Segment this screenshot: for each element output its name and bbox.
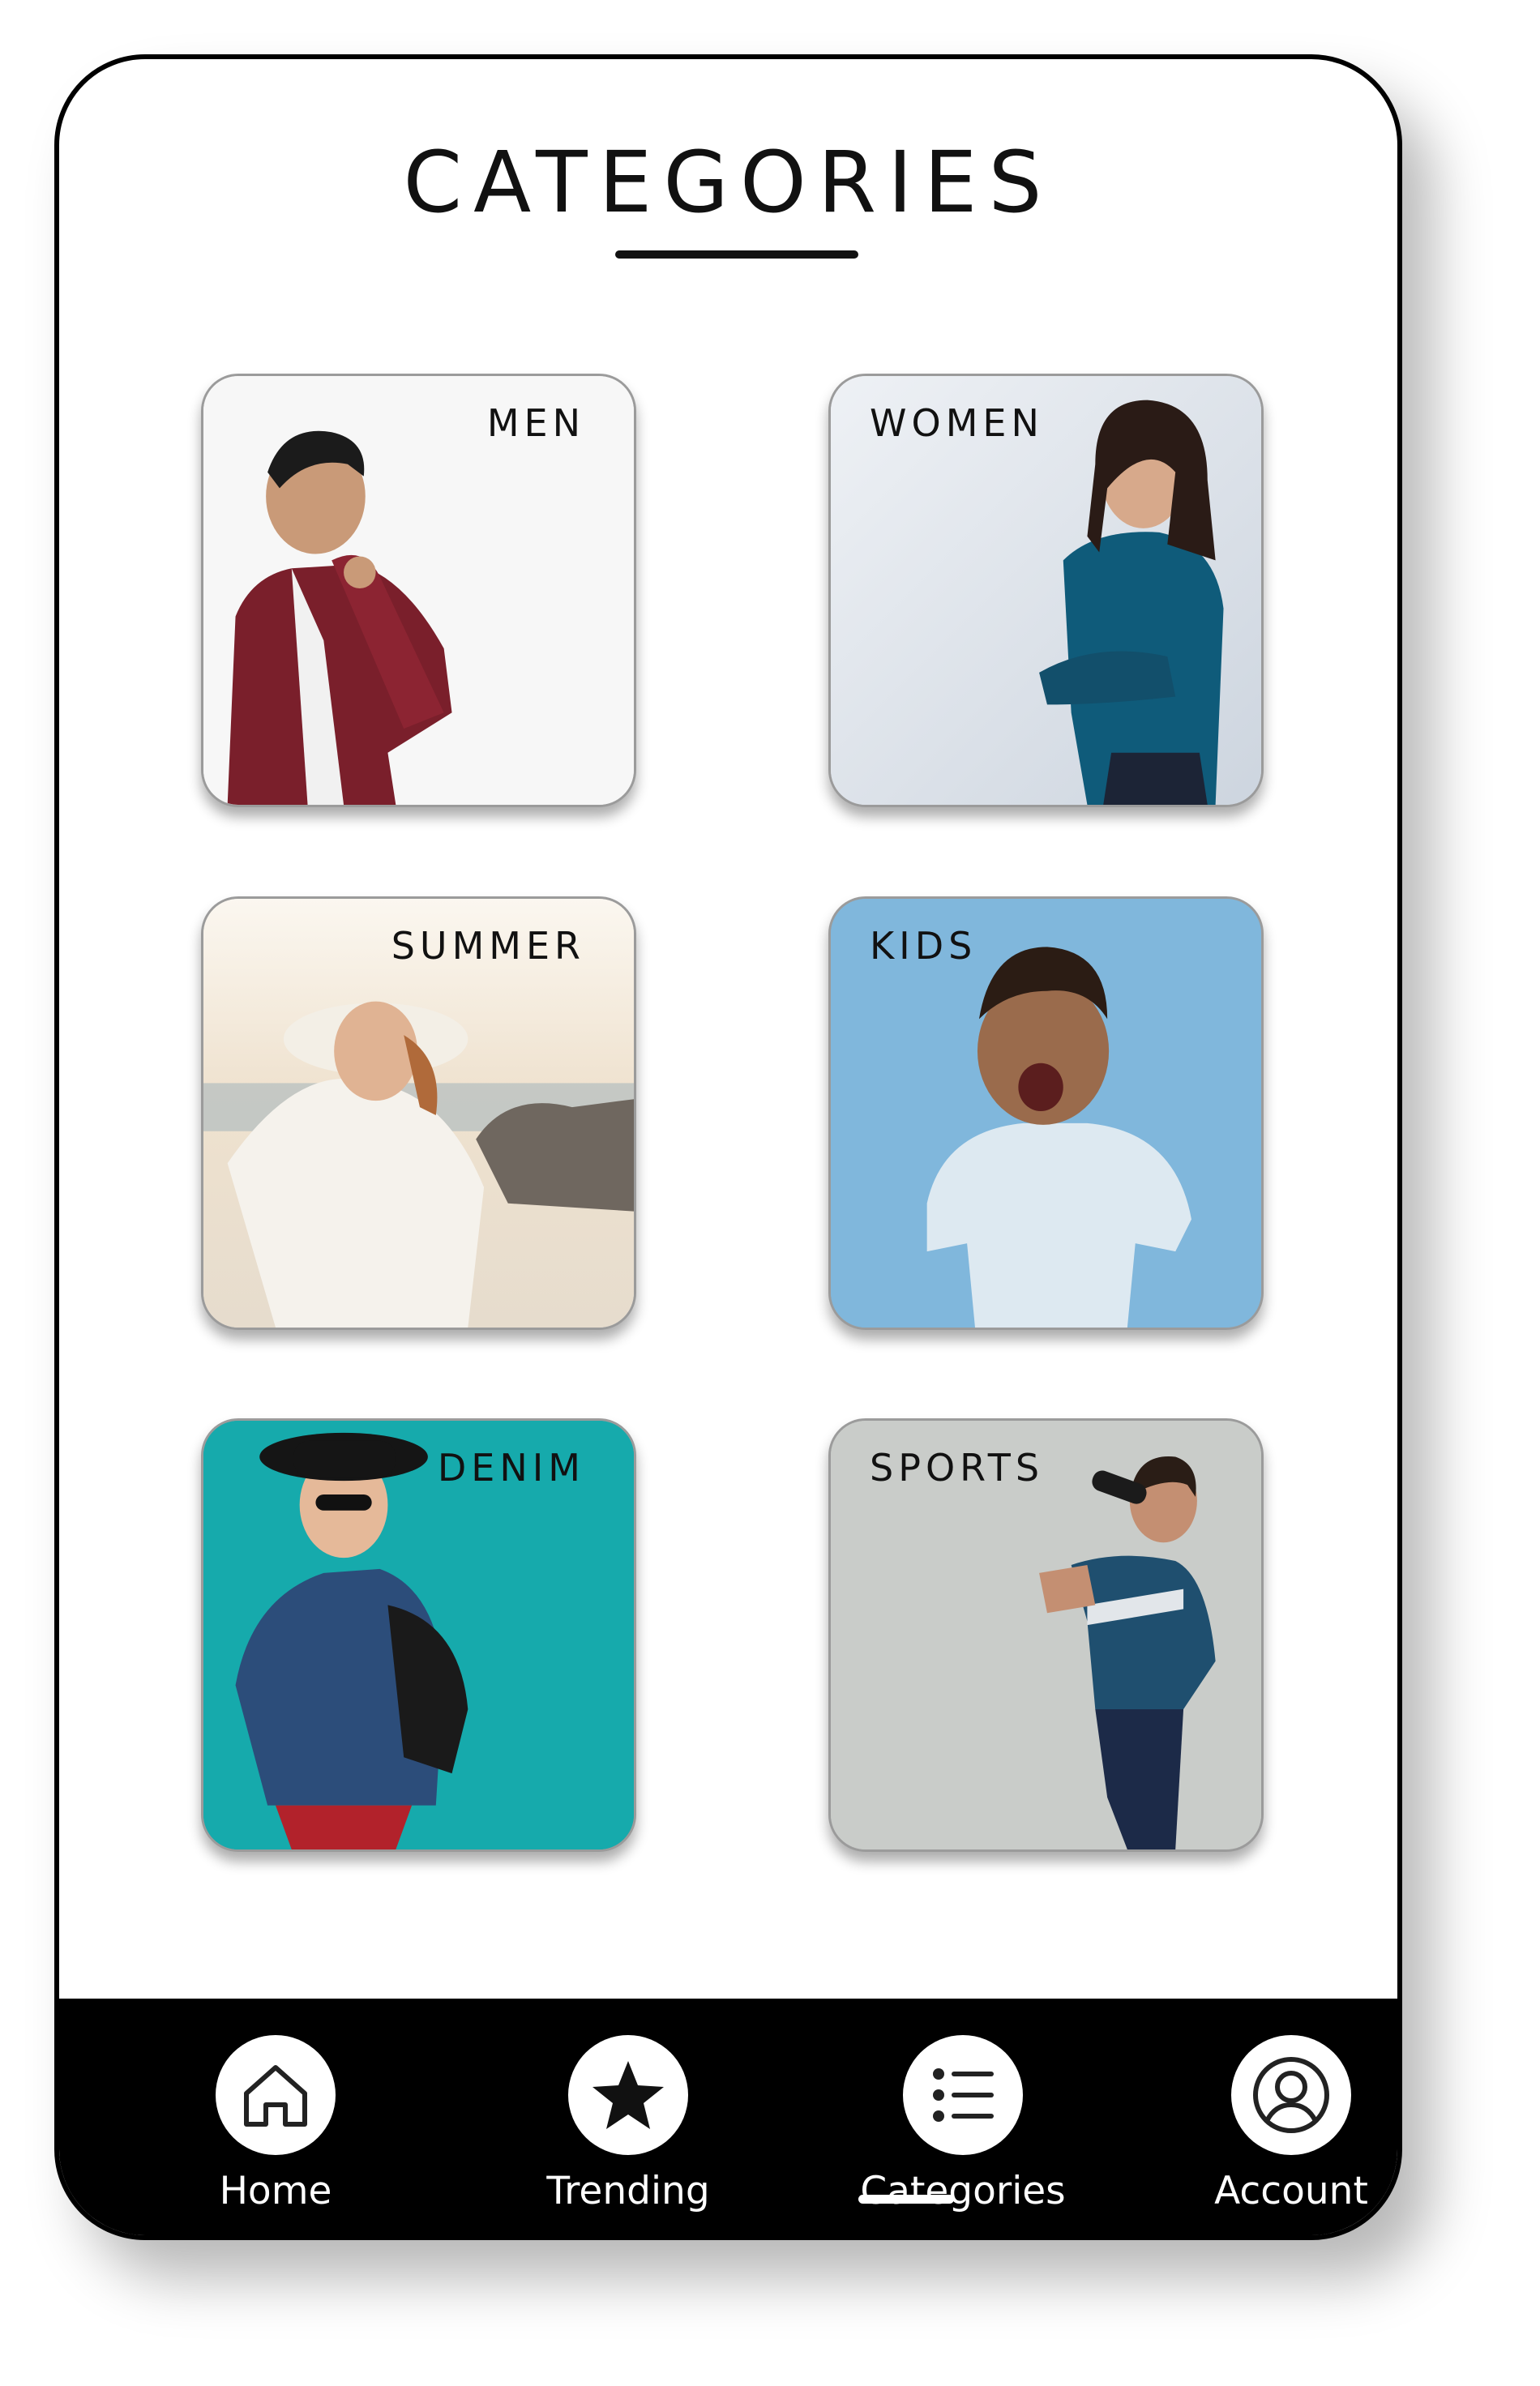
nav-label: Categories <box>860 2169 1066 2213</box>
nav-label: Trending <box>546 2169 710 2213</box>
nav-label: Home <box>219 2169 332 2213</box>
nav-icon-circle <box>568 2035 688 2155</box>
home-icon <box>244 2065 307 2127</box>
nav-account[interactable]: Account <box>1186 2035 1397 2215</box>
page-title: CATEGORIES <box>403 133 1054 232</box>
nav-icon-circle <box>1231 2035 1351 2155</box>
user-icon <box>1253 2057 1329 2133</box>
category-card-summer[interactable]: SUMMER <box>201 896 636 1330</box>
category-card-sports[interactable]: SPORTS <box>828 1418 1264 1852</box>
category-card-men[interactable]: MEN <box>201 374 636 807</box>
category-label: MEN <box>486 401 585 445</box>
bottom-nav-bar: Home Trending Categories Account <box>59 1999 1397 2235</box>
category-card-kids[interactable]: KIDS <box>828 896 1264 1330</box>
category-label: DENIM <box>437 1446 585 1490</box>
category-card-women[interactable]: WOMEN <box>828 374 1264 807</box>
category-card-denim[interactable]: DENIM <box>201 1418 636 1852</box>
title-underline <box>615 250 858 259</box>
list-icon <box>933 2068 994 2122</box>
nav-trending[interactable]: Trending <box>523 2035 734 2215</box>
nav-home[interactable]: Home <box>170 2035 381 2215</box>
phone-frame: CATEGORIES MEN WOMEN SUMMER KIDS DENIM S… <box>54 54 1402 2240</box>
nav-icon-circle <box>903 2035 1023 2155</box>
star-icon <box>592 2061 664 2129</box>
nav-label: Account <box>1214 2169 1368 2213</box>
category-label: SUMMER <box>391 924 585 968</box>
category-label: KIDS <box>870 924 977 968</box>
nav-categories[interactable]: Categories <box>858 2035 1068 2215</box>
category-label: WOMEN <box>870 401 1044 445</box>
active-tab-indicator <box>858 2195 954 2204</box>
category-label: SPORTS <box>870 1446 1045 1490</box>
nav-icon-circle <box>216 2035 336 2155</box>
